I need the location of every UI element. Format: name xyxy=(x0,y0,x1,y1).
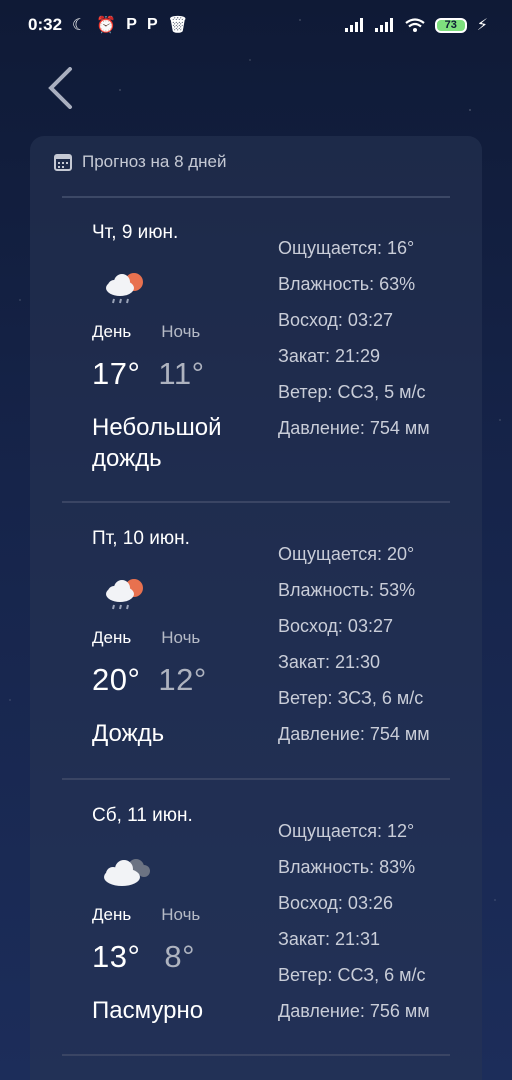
pressure: Давление: 754 мм xyxy=(278,418,430,438)
condition: Небольшой дождь xyxy=(92,414,222,472)
cloud-sun-rain-icon xyxy=(102,574,148,619)
temperatures: 13° 8° xyxy=(92,939,195,975)
cloud-sun-rain-icon xyxy=(102,268,148,313)
day-date: Пт, 10 июн. xyxy=(92,528,190,549)
overcast-clouds-icon xyxy=(100,853,154,898)
alarm-icon: ⏰ xyxy=(96,17,117,34)
day-details: Ощущается: 20° Влажность: 53% Восход: 03… xyxy=(278,536,430,752)
night-temp: 11° xyxy=(158,356,205,391)
sunset: Закат: 21:29 xyxy=(278,346,381,366)
night-temp: 12° xyxy=(158,662,207,697)
night-label: Ночь xyxy=(161,628,201,647)
p-app-icon-2: P xyxy=(146,16,158,33)
day-temp: 20° xyxy=(92,662,141,697)
day-divider xyxy=(62,778,450,780)
day-label: День xyxy=(92,905,132,924)
night-temp: 8° xyxy=(164,939,196,974)
sunset: Закат: 21:30 xyxy=(278,652,381,672)
signal-icon xyxy=(344,18,363,32)
temperatures: 17° 11° xyxy=(92,356,204,392)
pressure: Давление: 754 мм xyxy=(278,724,430,744)
day-label: День xyxy=(92,322,132,341)
day-temp: 13° xyxy=(92,939,141,974)
night-label: Ночь xyxy=(161,905,201,924)
signal-icon-2 xyxy=(374,18,393,32)
wifi-icon xyxy=(405,17,425,32)
day-date: Сб, 11 июн. xyxy=(92,805,193,826)
moon-icon: ☾ xyxy=(72,17,87,34)
humidity: Влажность: 83% xyxy=(278,857,416,877)
header-divider xyxy=(62,196,450,198)
day-night-labels: День Ночь xyxy=(92,628,200,648)
status-left: 0:32 ☾ ⏰ P P 🗑 xyxy=(28,15,188,35)
condition: Пасмурно xyxy=(92,997,204,1024)
back-arrow-icon xyxy=(48,67,72,109)
p-app-icon: P xyxy=(126,16,137,33)
wind: Ветер: ЗСЗ, 6 м/с xyxy=(278,688,424,708)
humidity: Влажность: 63% xyxy=(278,274,416,294)
card-title: Прогноз на 8 дней xyxy=(82,152,227,171)
wind: Ветер: ССЗ, 5 м/с xyxy=(278,382,426,402)
feels-like: Ощущается: 20° xyxy=(278,544,415,564)
day-night-labels: День Ночь xyxy=(92,322,200,342)
night-label: Ночь xyxy=(161,322,201,341)
day-divider xyxy=(62,501,450,503)
sunrise: Восход: 03:26 xyxy=(278,893,393,913)
day-details: Ощущается: 16° Влажность: 63% Восход: 03… xyxy=(278,230,430,446)
sunrise: Восход: 03:27 xyxy=(278,310,393,330)
calendar-icon xyxy=(54,154,72,171)
status-bar: 0:32 ☾ ⏰ P P 🗑 73 ⚡ xyxy=(0,0,512,50)
feels-like: Ощущается: 16° xyxy=(278,238,415,258)
wind: Ветер: ССЗ, 6 м/с xyxy=(278,965,426,985)
day-label: День xyxy=(92,628,132,647)
pressure: Давление: 756 мм xyxy=(278,1001,430,1021)
battery-icon: 73 xyxy=(434,17,467,33)
trash-icon: 🗑 xyxy=(167,17,188,34)
day-night-labels: День Ночь xyxy=(92,905,200,925)
day-divider xyxy=(62,1054,450,1056)
feels-like: Ощущается: 12° xyxy=(278,821,415,841)
humidity: Влажность: 53% xyxy=(278,580,416,600)
day-temp: 17° xyxy=(92,356,141,391)
status-time: 0:32 xyxy=(28,15,63,34)
temperatures: 20° 12° xyxy=(92,662,207,698)
condition: Дождь xyxy=(92,720,165,747)
sunrise: Восход: 03:27 xyxy=(278,616,393,636)
day-date: Чт, 9 июн. xyxy=(92,222,179,243)
charging-icon: ⚡ xyxy=(476,17,488,34)
back-button[interactable] xyxy=(40,66,80,110)
card-header: Прогноз на 8 дней xyxy=(54,152,227,172)
status-right: 73 ⚡ xyxy=(344,15,488,35)
forecast-card: Прогноз на 8 дней Чт, 9 июн. День Ночь 1… xyxy=(30,136,482,1080)
day-details: Ощущается: 12° Влажность: 83% Восход: 03… xyxy=(278,813,430,1029)
sunset: Закат: 21:31 xyxy=(278,929,381,949)
